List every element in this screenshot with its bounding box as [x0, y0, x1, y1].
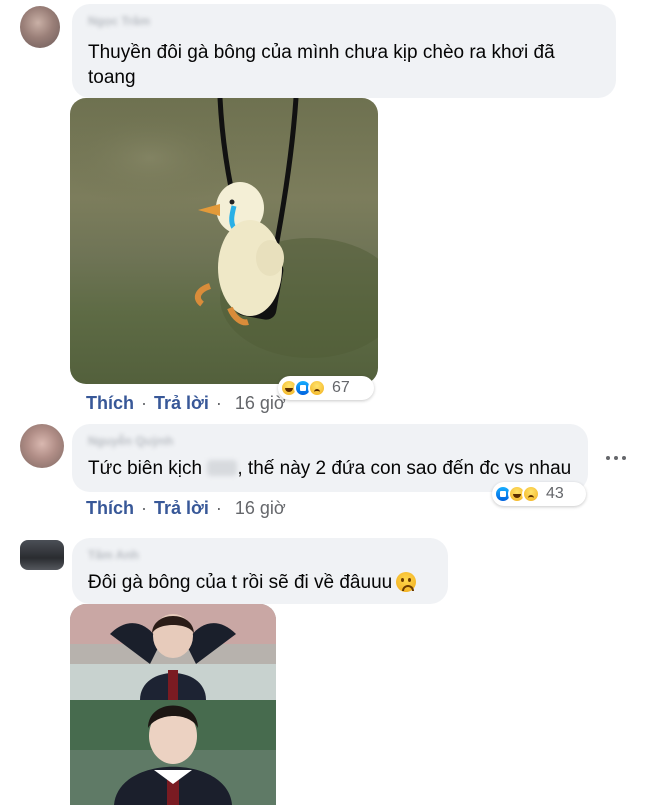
separator-dot: · [215, 498, 222, 518]
reaction-count: 67 [332, 379, 350, 396]
comment-actions: Thích · Trả lời · 16 giờ [86, 498, 286, 519]
separator-dot: · [141, 498, 148, 518]
like-link[interactable]: Thích [86, 498, 134, 518]
redacted-text [207, 460, 238, 476]
comment-photo-duck[interactable] [70, 98, 378, 384]
like-link[interactable]: Thích [86, 393, 134, 413]
comment-timestamp[interactable]: 16 giờ [235, 498, 286, 518]
more-options-icon[interactable] [604, 448, 628, 468]
reaction-summary[interactable]: 67 [278, 376, 374, 400]
comment-author[interactable]: Ngọc Trâm [88, 14, 150, 28]
avatar[interactable] [20, 6, 60, 48]
comment-actions: Thích · Trả lời · 16 giờ [86, 393, 286, 414]
comment-bubble: Tâm Anh Đôi gà bông của t rồi sẽ đi về đ… [72, 538, 448, 604]
avatar[interactable] [20, 540, 64, 570]
separator-dot: · [141, 393, 148, 413]
comment-author[interactable]: Tâm Anh [88, 548, 139, 562]
reply-link[interactable]: Trả lời [154, 498, 209, 518]
reaction-summary[interactable]: 43 [492, 482, 586, 506]
comment-bubble: Ngọc Trâm Thuyền đôi gà bông của mình ch… [72, 4, 616, 98]
comment-text-part: Đôi gà bông của t rồi sẽ đi về đâuuu [88, 572, 393, 593]
comment-photo-drama[interactable] [70, 604, 276, 805]
comment-text: Thuyền đôi gà bông của mình chưa kịp chè… [88, 42, 555, 88]
reply-link[interactable]: Trả lời [154, 393, 209, 413]
avatar[interactable] [20, 424, 64, 468]
comment-author[interactable]: Nguyễn Quỳnh [88, 434, 173, 448]
comment-text-part: , thế này 2 đứa con sao đến đc vs nhau [237, 458, 572, 479]
comment-text-part: Tức biên kịch [88, 458, 203, 479]
separator-dot: · [215, 393, 222, 413]
comment-timestamp[interactable]: 16 giờ [235, 393, 286, 413]
comment-text: Tức biên kịch , thế này 2 đứa con sao đế… [88, 456, 588, 481]
sad-face-emoji [396, 572, 417, 592]
comment-text: Đôi gà bông của t rồi sẽ đi về đâuuu [88, 570, 417, 595]
sad-icon [308, 379, 326, 397]
sad-icon [522, 485, 540, 503]
reaction-count: 43 [546, 485, 564, 502]
